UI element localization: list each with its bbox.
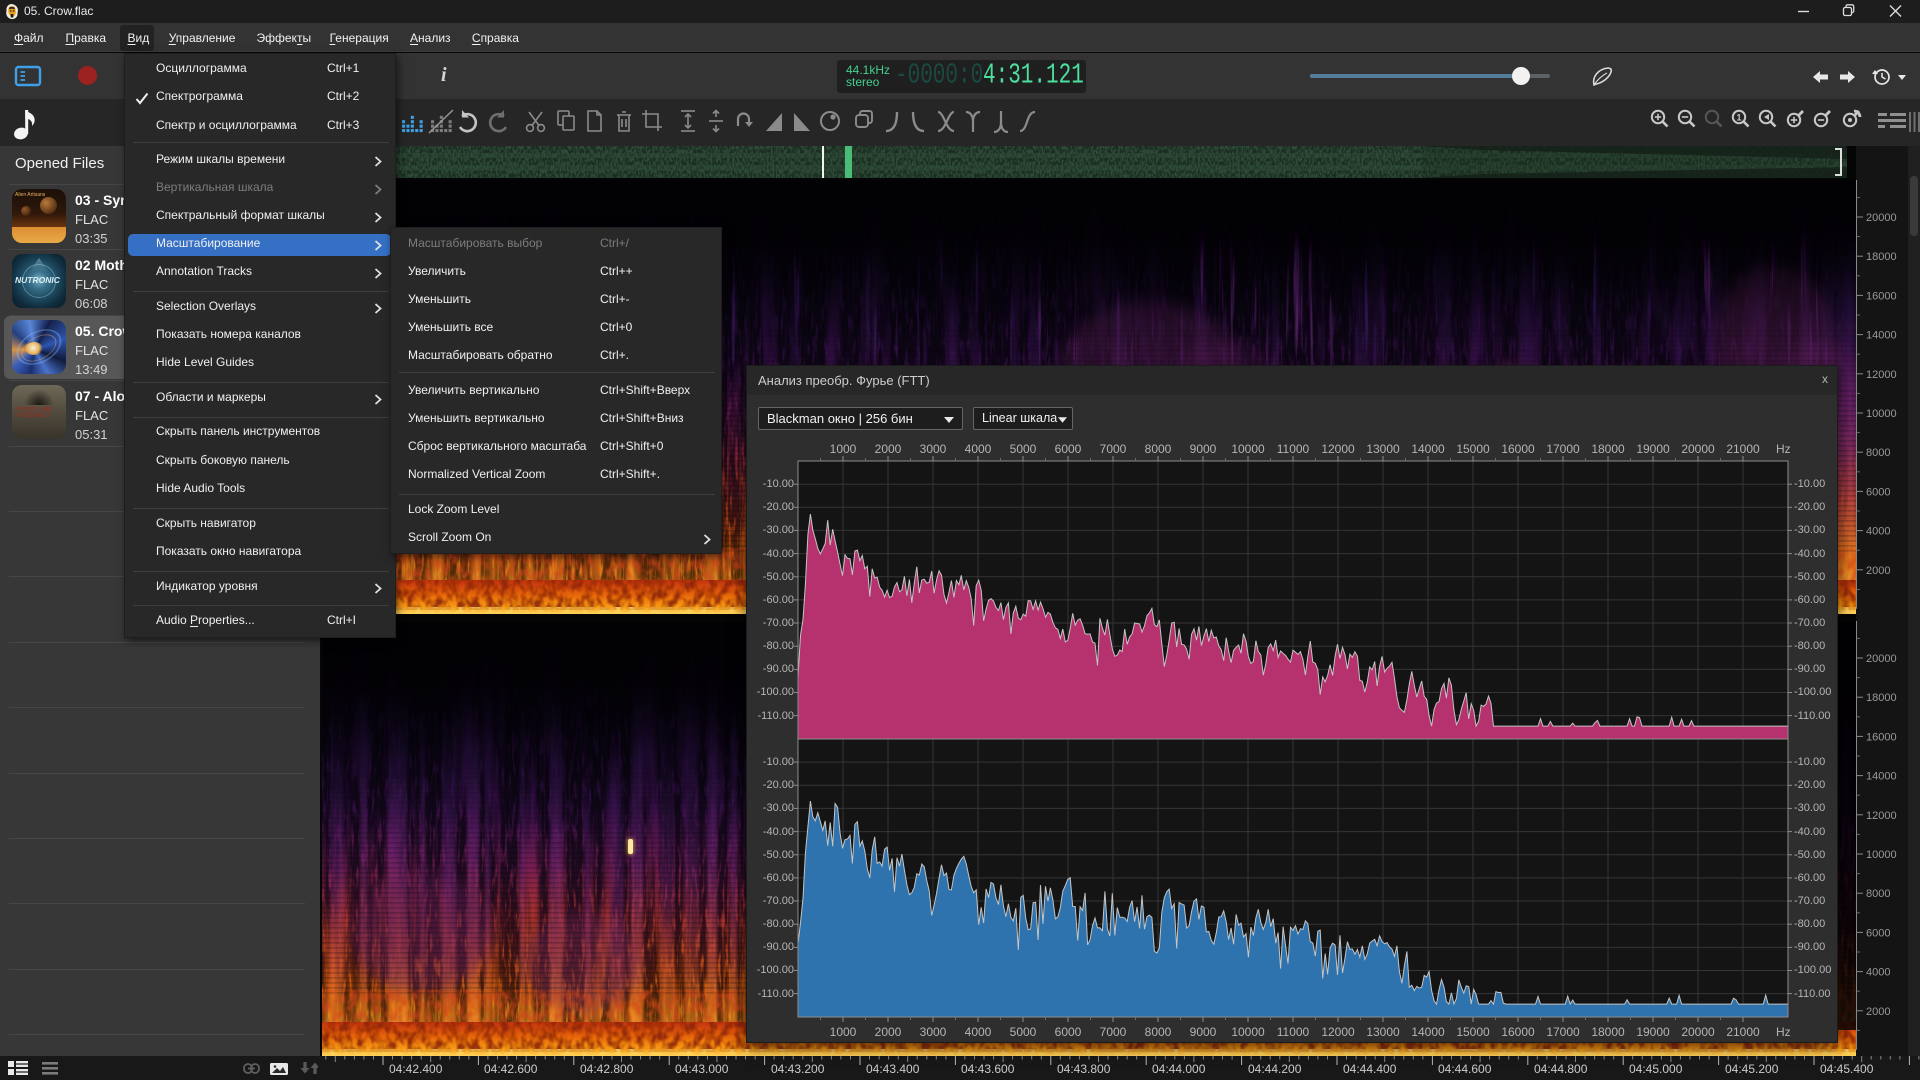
svg-text:18000: 18000 xyxy=(1866,251,1897,263)
svg-text:14000: 14000 xyxy=(1866,771,1897,783)
svg-text:12000: 12000 xyxy=(1866,369,1897,381)
svg-text:6000: 6000 xyxy=(1866,927,1890,939)
svg-text:8000: 8000 xyxy=(1866,447,1890,459)
svg-text:10000: 10000 xyxy=(1866,408,1897,420)
svg-text:1: 1 xyxy=(1736,113,1741,123)
svg-text:12000: 12000 xyxy=(1866,810,1897,822)
svg-text:6000: 6000 xyxy=(1866,486,1890,498)
svg-text:2000: 2000 xyxy=(1866,565,1890,577)
svg-text:4000: 4000 xyxy=(1866,526,1890,538)
svg-text:16000: 16000 xyxy=(1866,290,1897,302)
svg-text:20000: 20000 xyxy=(1866,212,1897,224)
svg-text:18000: 18000 xyxy=(1866,692,1897,704)
svg-text:8000: 8000 xyxy=(1866,888,1890,900)
svg-text:14000: 14000 xyxy=(1866,330,1897,342)
svg-text:16000: 16000 xyxy=(1866,731,1897,743)
svg-text:20000: 20000 xyxy=(1866,653,1897,665)
svg-text:2000: 2000 xyxy=(1866,1006,1890,1018)
svg-text:4000: 4000 xyxy=(1866,967,1890,979)
svg-text:10000: 10000 xyxy=(1866,849,1897,861)
